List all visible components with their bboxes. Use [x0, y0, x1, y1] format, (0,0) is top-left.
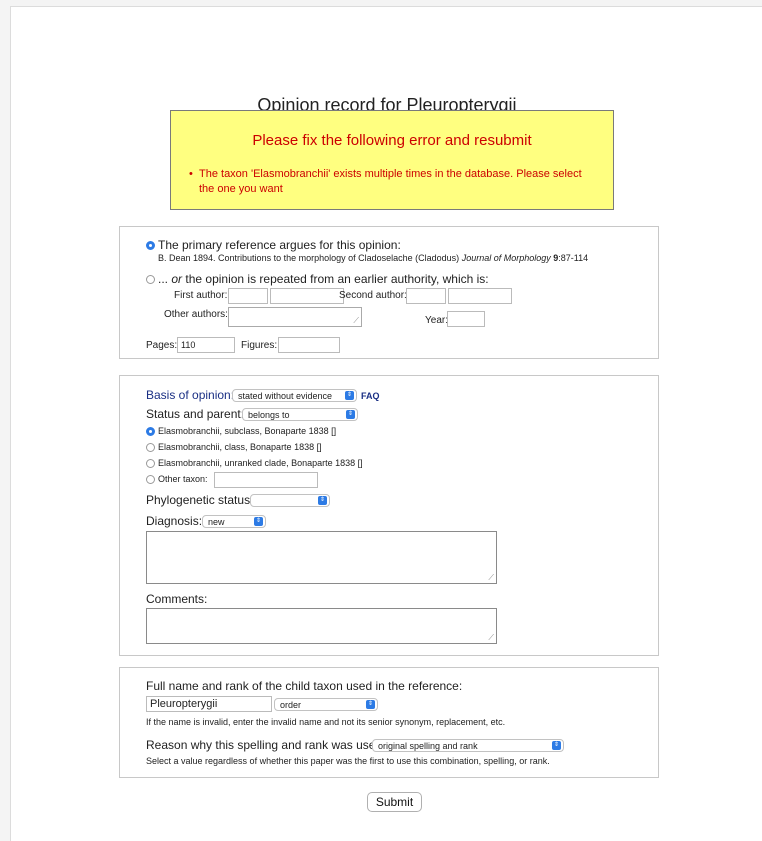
figures-label: Figures:	[241, 340, 278, 351]
parent-option-1: Elasmobranchii, subclass, Bonaparte 1838…	[158, 426, 337, 436]
status-label: Status and parent:	[146, 407, 245, 421]
basis-label: Basis of opinion:	[146, 388, 235, 402]
phylogenetic-select[interactable]: ⇕	[250, 494, 330, 507]
parent-option-3: Elasmobranchii, unranked clade, Bonapart…	[158, 458, 363, 468]
basis-select[interactable]: stated without evidence ⇕	[232, 389, 357, 402]
primary-reference-radio[interactable]	[146, 241, 155, 250]
pages-input[interactable]: 110	[177, 337, 235, 353]
year-label: Year:	[425, 315, 448, 326]
other-taxon-radio[interactable]	[146, 475, 155, 484]
page: Opinion record for Pleuropterygii Please…	[10, 6, 762, 841]
year-input[interactable]	[447, 311, 485, 327]
child-rank-select[interactable]: order ⇕	[274, 698, 378, 711]
error-box: Please fix the following error and resub…	[170, 110, 614, 210]
earlier-authority-label: ... or the opinion is repeated from an e…	[158, 272, 489, 286]
parent-option-2: Elasmobranchii, class, Bonaparte 1838 []	[158, 442, 322, 452]
phylogenetic-label: Phylogenetic status:	[146, 493, 254, 507]
reason-label: Reason why this spelling and rank was us…	[146, 738, 386, 752]
comments-label: Comments:	[146, 592, 208, 606]
child-name-input[interactable]: Pleuropterygii	[146, 696, 272, 712]
reference-panel: The primary reference argues for this op…	[119, 226, 659, 359]
error-message: The taxon 'Elasmobranchii' exists multip…	[199, 168, 582, 195]
diagnosis-label: Diagnosis:	[146, 514, 203, 528]
child-heading: Full name and rank of the child taxon us…	[146, 679, 463, 693]
primary-reference-label: The primary reference argues for this op…	[158, 238, 401, 252]
faq-link[interactable]: FAQ	[361, 391, 380, 401]
earlier-authority-radio[interactable]	[146, 275, 155, 284]
parent-option-radio-1[interactable]	[146, 427, 155, 436]
submit-button[interactable]: Submit	[367, 792, 422, 812]
comments-textarea[interactable]: ⟋	[146, 608, 497, 644]
reason-note: Select a value regardless of whether thi…	[146, 756, 550, 766]
other-taxon-input[interactable]	[214, 472, 318, 488]
invalid-name-note: If the name is invalid, enter the invali…	[146, 717, 506, 727]
pages-label: Pages:	[146, 340, 178, 351]
primary-citation: B. Dean 1894. Contributions to the morph…	[158, 253, 589, 263]
diagnosis-textarea[interactable]: ⟋	[146, 531, 497, 584]
error-title: Please fix the following error and resub…	[252, 132, 532, 149]
error-list: • The taxon 'Elasmobranchii' exists mult…	[189, 167, 599, 197]
diagnosis-select[interactable]: new ⇕	[202, 515, 266, 528]
first-author-initials-input[interactable]	[228, 288, 268, 304]
first-author-label: First author:	[174, 290, 228, 301]
second-author-initials-input[interactable]	[406, 288, 446, 304]
other-authors-input[interactable]: ⟋	[228, 307, 362, 327]
error-bullet: •	[189, 168, 193, 180]
first-author-last-input[interactable]	[270, 288, 344, 304]
figures-input[interactable]	[278, 337, 340, 353]
second-author-label: Second author:	[339, 290, 407, 301]
opinion-panel: Basis of opinion: stated without evidenc…	[119, 375, 659, 656]
other-authors-label: Other authors:	[164, 309, 228, 320]
status-select[interactable]: belongs to ⇕	[242, 408, 358, 421]
second-author-last-input[interactable]	[448, 288, 512, 304]
other-taxon-label: Other taxon:	[158, 474, 208, 484]
parent-option-radio-3[interactable]	[146, 459, 155, 468]
child-taxon-panel: Full name and rank of the child taxon us…	[119, 667, 659, 778]
parent-option-radio-2[interactable]	[146, 443, 155, 452]
reason-select[interactable]: original spelling and rank ⇕	[372, 739, 564, 752]
